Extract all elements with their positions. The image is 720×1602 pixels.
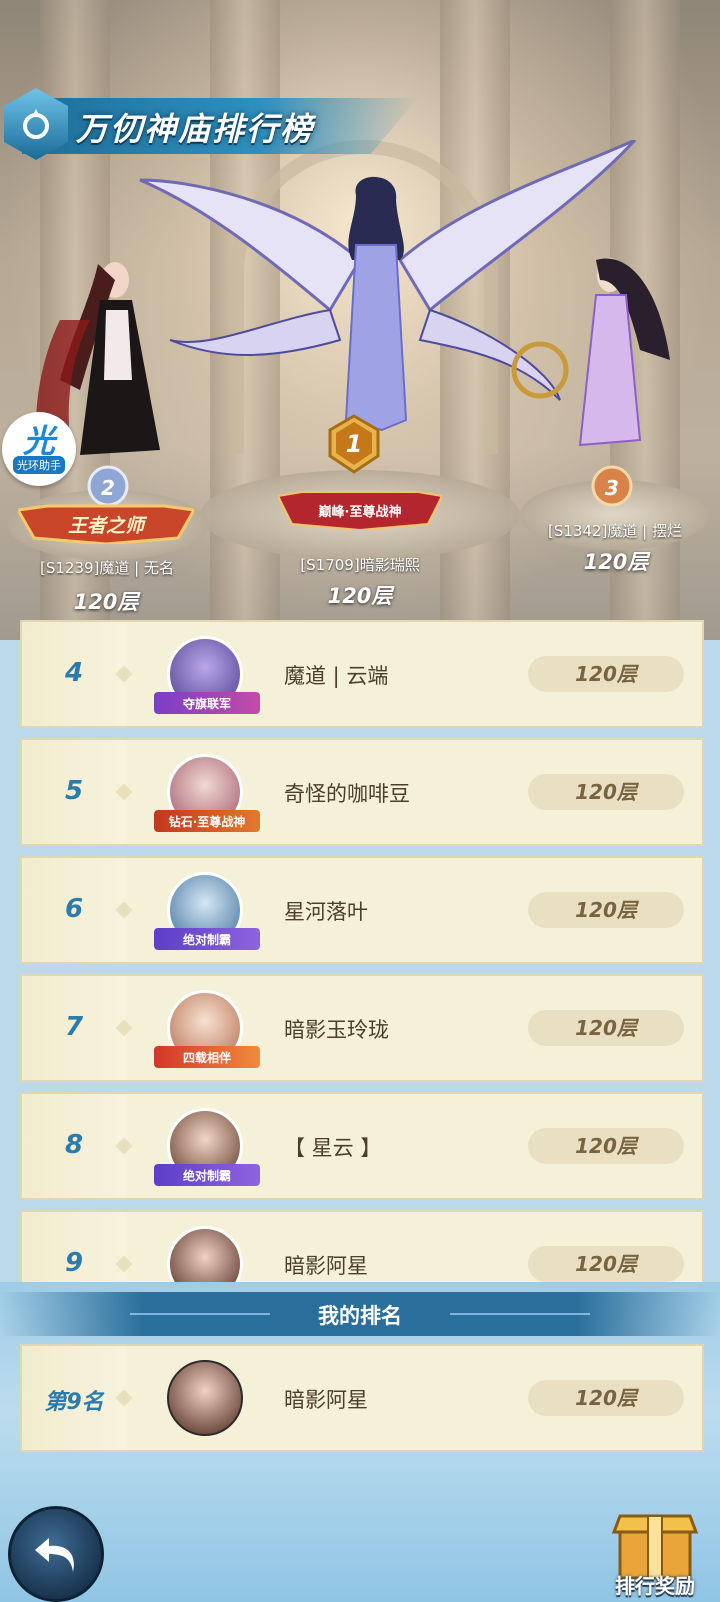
list-item[interactable]: 6 绝对制霸 星河落叶 120层 [20, 856, 704, 964]
assistant-bubble[interactable]: 光 光环助手 [2, 412, 76, 486]
player-name[interactable]: 奇怪的咖啡豆 [284, 778, 410, 808]
rank-1-title-text: 巅峰·至尊战神 [318, 504, 402, 520]
frame-badge: 钻石·至尊战神 [154, 810, 260, 832]
assistant-label: 光环助手 [13, 456, 65, 474]
rank-2-floor: 120层 [73, 590, 139, 614]
third-place-figure [511, 258, 670, 447]
rank-2-title-banner: 王者之师 [18, 504, 194, 544]
floor-badge: 120层 [528, 1246, 684, 1282]
list-item[interactable]: 5 钻石·至尊战神 奇怪的咖啡豆 120层 [20, 738, 704, 846]
rank-number: 4 [64, 658, 84, 688]
rank-number: 7 [64, 1012, 84, 1042]
page-title: 万仞神庙排行榜 [76, 110, 315, 148]
rank-3-floor: 120层 [583, 550, 649, 574]
rank-1-player-name[interactable]: [S1709]暗影瑞熙 [260, 554, 460, 575]
temple-scene [0, 0, 720, 640]
floor-badge: 120层 [528, 774, 684, 810]
list-item[interactable]: 4 夺旗联军 魔道 | 云端 120层 [20, 620, 704, 728]
list-item[interactable]: 7 四载相伴 暗影玉玲珑 120层 [20, 974, 704, 1082]
rank-1-medal: 1 [328, 414, 380, 474]
rank-number: 9 [64, 1248, 84, 1278]
frame-badge: 夺旗联军 [154, 692, 260, 714]
floor-badge: 120层 [528, 1010, 684, 1046]
ranking-list[interactable]: 4 夺旗联军 魔道 | 云端 120层 5 钻石·至尊战神 奇怪的咖啡豆 120… [0, 620, 720, 1282]
frame-badge: 绝对制霸 [154, 928, 260, 950]
rank-1-floor: 120层 [327, 584, 393, 608]
rank-1-number: 1 [345, 430, 363, 458]
player-name[interactable]: 魔道 | 云端 [284, 660, 388, 690]
rank-2-title-text: 王者之师 [67, 514, 144, 537]
rank-number: 8 [64, 1130, 84, 1160]
player-name[interactable]: 暗影玉玲珑 [284, 1014, 389, 1044]
assistant-glyph: 光 [22, 422, 55, 460]
floor-badge: 120层 [528, 656, 684, 692]
floor-badge: 120层 [528, 892, 684, 928]
player-name[interactable]: 星河落叶 [284, 896, 368, 926]
list-item[interactable]: 9 暗影阿星 120层 [20, 1210, 704, 1282]
my-avatar[interactable] [167, 1360, 243, 1436]
frame-badge: 绝对制霸 [154, 1164, 260, 1186]
rank-3-medal: 3 [591, 465, 633, 510]
rank-number: 5 [64, 776, 84, 806]
my-rank-label: 第9名 [44, 1390, 104, 1415]
my-rank-row[interactable]: 第9名 暗影阿星 120层 [20, 1344, 704, 1452]
rank-3-player-name[interactable]: [S1342]魔道 | 摆烂 [520, 520, 710, 541]
my-rank-title: 我的排名 [318, 1304, 402, 1328]
list-item[interactable]: 8 绝对制霸 【 星云 】 120层 [20, 1092, 704, 1200]
my-player-name: 暗影阿星 [284, 1388, 368, 1412]
rank-3-number: 3 [605, 476, 619, 500]
frame-badge: 四载相伴 [154, 1046, 260, 1068]
floor-badge: 120层 [528, 1128, 684, 1164]
rank-2-number: 2 [101, 476, 115, 500]
player-name[interactable]: 【 星云 】 [284, 1132, 381, 1162]
back-button[interactable] [8, 1506, 104, 1602]
ranking-reward-label[interactable]: 排行奖励 [596, 1570, 714, 1599]
my-floor-badge: 120层 [528, 1380, 684, 1416]
back-arrow-icon [35, 1538, 74, 1572]
avatar[interactable] [167, 1226, 243, 1282]
player-name[interactable]: 暗影阿星 [284, 1250, 368, 1280]
rank-2-player-name[interactable]: [S1239]魔道 | 无名 [12, 557, 202, 578]
rank-number: 6 [64, 894, 84, 924]
rank-1-title-banner: 巅峰·至尊战神 [278, 490, 442, 530]
